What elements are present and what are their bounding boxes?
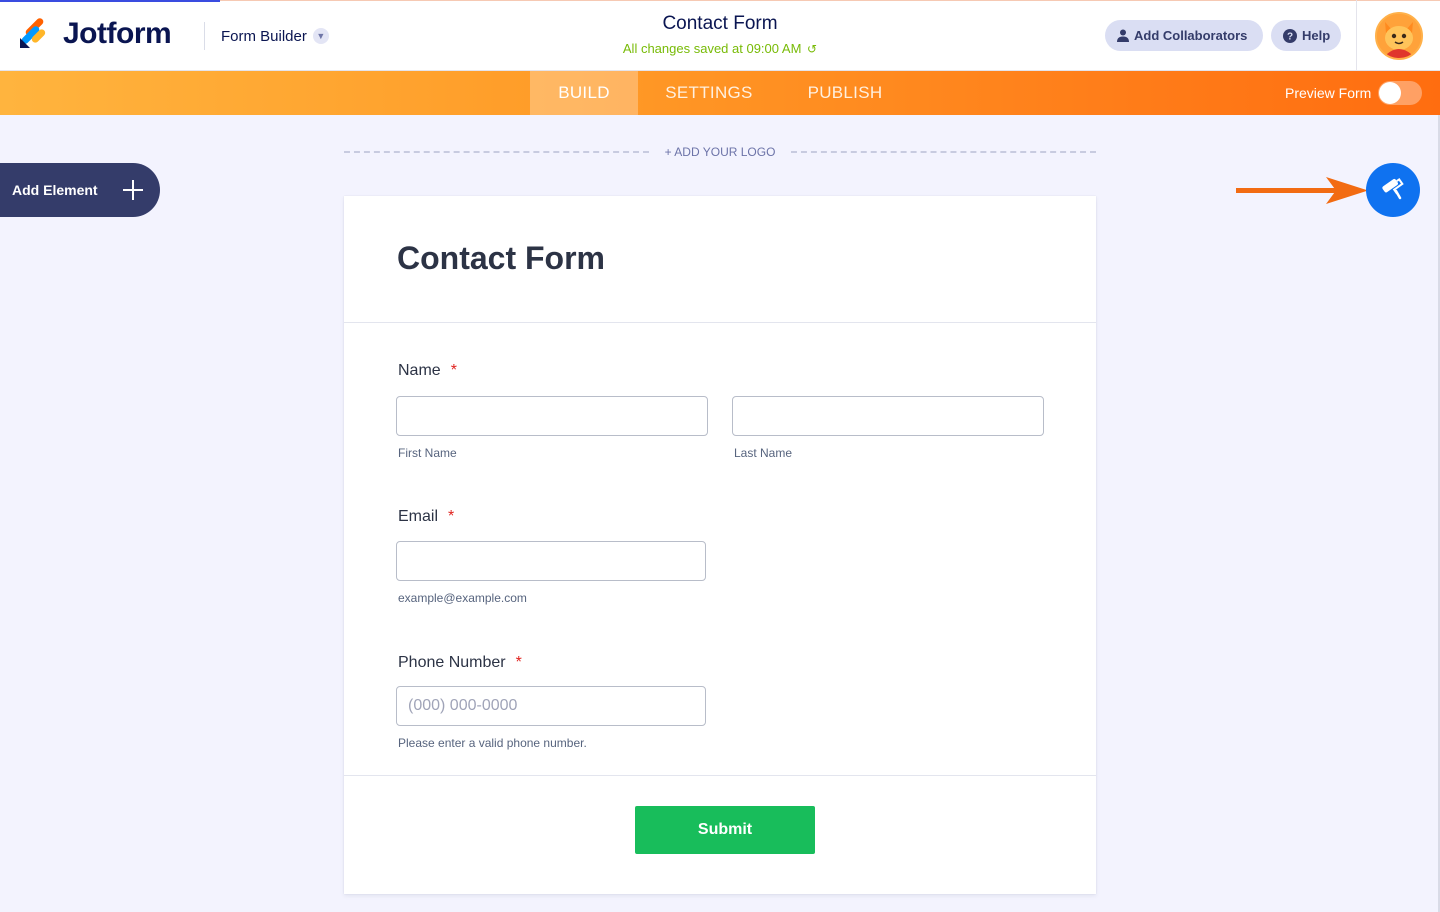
builder-nav-bar: BUILD SETTINGS PUBLISH Preview Form	[0, 71, 1440, 115]
email-label-text: Email	[398, 508, 439, 525]
builder-switcher[interactable]: Form Builder ▼	[204, 22, 329, 50]
form-card: Contact Form Name * First Name Last Name …	[344, 196, 1096, 894]
add-collaborators-button[interactable]: Add Collaborators	[1105, 20, 1263, 51]
add-element-button[interactable]: Add Element	[0, 163, 160, 217]
help-label: Help	[1302, 28, 1331, 43]
required-mark: *	[448, 508, 455, 525]
last-name-sublabel: Last Name	[734, 446, 793, 460]
tab-settings[interactable]: SETTINGS	[648, 71, 770, 115]
form-designer-button[interactable]	[1366, 163, 1420, 217]
first-name-sublabel: First Name	[398, 446, 457, 460]
phone-label-text: Phone Number	[398, 654, 506, 671]
add-logo-area[interactable]: + ADD YOUR LOGO	[344, 142, 1096, 162]
header-top-line	[220, 0, 1440, 1]
email-field-label[interactable]: Email *	[398, 508, 454, 526]
user-icon	[1117, 29, 1129, 42]
form-title[interactable]: Contact Form	[520, 13, 920, 35]
plus-icon	[122, 179, 144, 201]
form-title-block: Contact Form All changes saved at 09:00 …	[520, 13, 920, 56]
avatar[interactable]	[1374, 11, 1423, 60]
last-name-input[interactable]	[732, 396, 1044, 436]
email-sublabel: example@example.com	[398, 591, 527, 605]
phone-placeholder: (000) 000-0000	[408, 697, 518, 714]
preview-form-toggle[interactable]	[1378, 81, 1422, 105]
tab-publish[interactable]: PUBLISH	[790, 71, 900, 115]
dashed-divider	[344, 151, 649, 153]
form-heading[interactable]: Contact Form	[397, 240, 605, 277]
paint-roller-icon	[1380, 176, 1406, 205]
add-logo-label: + ADD YOUR LOGO	[664, 145, 776, 159]
phone-field-label[interactable]: Phone Number *	[398, 654, 522, 672]
name-field-label[interactable]: Name *	[398, 362, 457, 380]
add-element-label: Add Element	[12, 182, 98, 198]
header-accent-line	[0, 0, 220, 2]
phone-input[interactable]: (000) 000-0000	[396, 686, 706, 726]
builder-label: Form Builder	[221, 27, 307, 45]
first-name-input[interactable]	[396, 396, 708, 436]
jotform-logo-icon	[18, 18, 50, 50]
required-mark: *	[450, 362, 457, 379]
tab-build[interactable]: BUILD	[530, 71, 638, 115]
preview-form-label: Preview Form	[1285, 85, 1372, 101]
email-input[interactable]	[396, 541, 706, 581]
arrow-right-icon	[1236, 176, 1368, 206]
phone-sublabel: Please enter a valid phone number.	[398, 736, 587, 750]
refresh-icon[interactable]: ↺	[807, 42, 817, 56]
account-area	[1356, 0, 1440, 71]
heading-divider	[344, 322, 1096, 323]
required-mark: *	[515, 654, 522, 671]
svg-text:?: ?	[1287, 31, 1293, 42]
logo-text: Jotform	[63, 17, 172, 50]
top-header: Jotform Form Builder ▼ Contact Form All …	[0, 0, 1440, 71]
help-button[interactable]: ? Help	[1271, 20, 1341, 51]
save-status-text: All changes saved at 09:00 AM	[622, 41, 802, 56]
jotform-logo[interactable]: Jotform	[18, 17, 172, 50]
add-collaborators-label: Add Collaborators	[1134, 28, 1248, 43]
save-status: All changes saved at 09:00 AM ↺	[520, 41, 920, 56]
submit-button[interactable]: Submit	[635, 806, 815, 854]
chevron-down-icon: ▼	[312, 28, 329, 44]
submit-divider	[344, 775, 1096, 776]
name-label-text: Name	[398, 362, 441, 379]
dashed-divider	[791, 151, 1096, 153]
question-circle-icon: ?	[1283, 28, 1297, 43]
toggle-knob	[1379, 82, 1401, 104]
